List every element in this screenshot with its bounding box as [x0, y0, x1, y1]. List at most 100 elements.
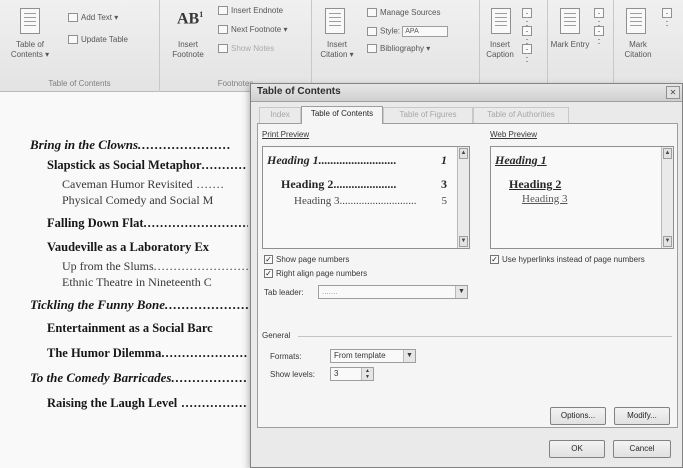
- tab-table-of-figures[interactable]: Table of Figures: [383, 107, 473, 123]
- insert-citation-icon: [325, 8, 345, 34]
- chevron-down-icon[interactable]: ▼: [403, 350, 415, 362]
- toc-entry-6[interactable]: Vaudeville as a Laboratory Ex: [47, 240, 248, 255]
- print-preview-heading-3: Heading 3............................ 5: [294, 195, 447, 207]
- general-divider: [298, 336, 672, 337]
- bibliography-icon: [367, 44, 377, 54]
- insert-caption-button[interactable]: Insert Caption: [480, 40, 520, 60]
- general-section-label: General: [262, 331, 291, 340]
- toc-entry-13[interactable]: Raising the Laugh Level ................…: [47, 396, 248, 411]
- captions-group: Insert Caption: [480, 0, 548, 92]
- chevron-down-icon[interactable]: ▼: [455, 286, 467, 298]
- scroll-up-icon[interactable]: ▲: [663, 148, 672, 159]
- toc-entry-11[interactable]: The Humor Dilemma.....................: [47, 346, 248, 361]
- tab-leader-label: Tab leader:: [264, 288, 304, 297]
- toc-entry-4[interactable]: Physical Comedy and Social M: [62, 193, 248, 208]
- modify-button[interactable]: Modify...: [614, 407, 670, 425]
- insert-caption-icon: [491, 8, 511, 34]
- web-preview-heading-2: Heading 2: [509, 177, 562, 191]
- show-page-numbers-label: Show page numbers: [276, 255, 350, 264]
- toc-entry-1[interactable]: Bring in the Clowns.....................…: [30, 137, 248, 153]
- next-footnote-icon: [218, 25, 228, 35]
- options-button[interactable]: Options...: [550, 407, 606, 425]
- web-preview-scrollbar[interactable]: ▲ ▼: [661, 147, 673, 248]
- insert-footnote-button[interactable]: Insert Footnote: [162, 40, 214, 60]
- insert-endnote-icon: [218, 6, 228, 16]
- toc-entry-7[interactable]: Up from the Slums.......................…: [62, 259, 248, 274]
- scroll-down-icon[interactable]: ▼: [459, 236, 468, 247]
- toc-tab-panel: Print Preview Heading 1.................…: [257, 123, 678, 428]
- tab-index[interactable]: Index: [259, 107, 301, 123]
- manage-sources-icon: [367, 8, 377, 18]
- right-align-page-numbers-checkbox[interactable]: ✓: [264, 269, 273, 278]
- ok-button[interactable]: OK: [549, 440, 605, 458]
- add-text-button[interactable]: Add Text ▾: [68, 13, 118, 23]
- index-group: Mark Entry: [548, 0, 614, 92]
- tab-table-of-authorities[interactable]: Table of Authorities: [473, 107, 569, 123]
- insert-index-icon[interactable]: [594, 8, 604, 18]
- print-preview-heading-2: Heading 2..................... 3: [281, 177, 447, 191]
- mark-citation-icon: [626, 8, 646, 34]
- toc-entry-3[interactable]: Caveman Humor Revisited .......: [62, 177, 248, 192]
- insert-footnote-icon: AB1: [177, 10, 204, 28]
- toc-entry-12[interactable]: To the Comedy Barricades................…: [30, 370, 248, 386]
- web-preview-heading-1: Heading 1: [495, 153, 547, 167]
- update-table-of-figures-icon[interactable]: [522, 26, 532, 36]
- style-selector[interactable]: Style: APA: [367, 26, 449, 37]
- tab-leader-dropdown[interactable]: ....... ▼: [318, 285, 468, 299]
- toc-entry-2[interactable]: Slapstick as Social Metaphor...........: [47, 158, 248, 173]
- use-hyperlinks-checkbox[interactable]: ✓: [490, 255, 499, 264]
- show-page-numbers-checkbox[interactable]: ✓: [264, 255, 273, 264]
- footnotes-group: AB1 Insert Footnote Insert Endnote Next …: [160, 0, 312, 92]
- mark-citation-button[interactable]: Mark Citation: [616, 40, 660, 60]
- web-preview-box: Heading 1 Heading 2 Heading 3 ▲ ▼: [490, 146, 674, 249]
- web-preview-heading-3: Heading 3: [522, 193, 568, 205]
- insert-table-of-authorities-icon[interactable]: [662, 8, 672, 18]
- formats-label: Formats:: [270, 352, 302, 361]
- ribbon: Table of Contents ▾ Add Text ▾ Update Ta…: [0, 0, 683, 92]
- authorities-group: Mark Citation: [614, 0, 683, 92]
- toc-entry-5[interactable]: Falling Down Flat.......................…: [47, 216, 248, 231]
- mark-entry-button[interactable]: Mark Entry: [550, 40, 590, 50]
- print-preview-heading-1: Heading 1.......................... 1: [267, 153, 447, 167]
- toc-entry-9[interactable]: Tickling the Funny Bone.................…: [30, 297, 248, 313]
- scroll-down-icon[interactable]: ▼: [663, 236, 672, 247]
- style-dropdown[interactable]: APA: [402, 26, 449, 37]
- update-index-icon[interactable]: [594, 26, 604, 36]
- use-hyperlinks-label: Use hyperlinks instead of page numbers: [502, 255, 645, 264]
- insert-citation-button[interactable]: Insert Citation ▾: [314, 40, 360, 60]
- dialog-titlebar[interactable]: Table of Contents ✕: [251, 84, 682, 102]
- table-of-contents-icon: [20, 8, 40, 34]
- toc-entry-10[interactable]: Entertainment as a Social Barc: [47, 321, 248, 336]
- next-footnote-button[interactable]: Next Footnote ▾: [218, 25, 288, 35]
- toc-group: Table of Contents ▾ Add Text ▾ Update Ta…: [0, 0, 160, 92]
- formats-dropdown[interactable]: From template ▼: [330, 349, 416, 363]
- update-table-icon: [68, 35, 78, 45]
- table-of-contents-dialog: Table of Contents ✕ Index Table of Conte…: [250, 83, 683, 468]
- spinner-icon[interactable]: ▲ ▼: [361, 368, 373, 380]
- tab-table-of-contents[interactable]: Table of Contents: [301, 106, 383, 124]
- web-preview-label: Web Preview: [490, 130, 537, 139]
- style-icon: [367, 27, 377, 36]
- insert-table-of-figures-icon[interactable]: [522, 8, 532, 18]
- show-levels-stepper[interactable]: 3 ▲ ▼: [330, 367, 374, 381]
- print-preview-box: Heading 1.......................... 1 Hea…: [262, 146, 470, 249]
- insert-endnote-button[interactable]: Insert Endnote: [218, 6, 283, 16]
- citations-group: Insert Citation ▾ Manage Sources Style: …: [312, 0, 480, 92]
- update-table-button[interactable]: Update Table: [68, 35, 128, 45]
- cross-reference-icon[interactable]: [522, 44, 532, 54]
- toc-group-label: Table of Contents: [48, 79, 111, 88]
- mark-entry-icon: [560, 8, 580, 34]
- dialog-title: Table of Contents: [257, 86, 341, 97]
- show-notes-button[interactable]: Show Notes: [218, 44, 274, 54]
- add-text-icon: [68, 13, 78, 23]
- bibliography-button[interactable]: Bibliography ▾: [367, 44, 430, 54]
- scroll-up-icon[interactable]: ▲: [459, 148, 468, 159]
- manage-sources-button[interactable]: Manage Sources: [367, 8, 440, 18]
- table-of-contents-button[interactable]: Table of Contents ▾: [2, 40, 58, 60]
- cancel-button[interactable]: Cancel: [613, 440, 671, 458]
- toc-entry-8[interactable]: Ethnic Theatre in Nineteenth C: [62, 275, 248, 290]
- print-preview-label: Print Preview: [262, 130, 310, 139]
- print-preview-scrollbar[interactable]: ▲ ▼: [457, 147, 469, 248]
- show-levels-label: Show levels:: [270, 370, 315, 379]
- close-icon[interactable]: ✕: [666, 86, 680, 99]
